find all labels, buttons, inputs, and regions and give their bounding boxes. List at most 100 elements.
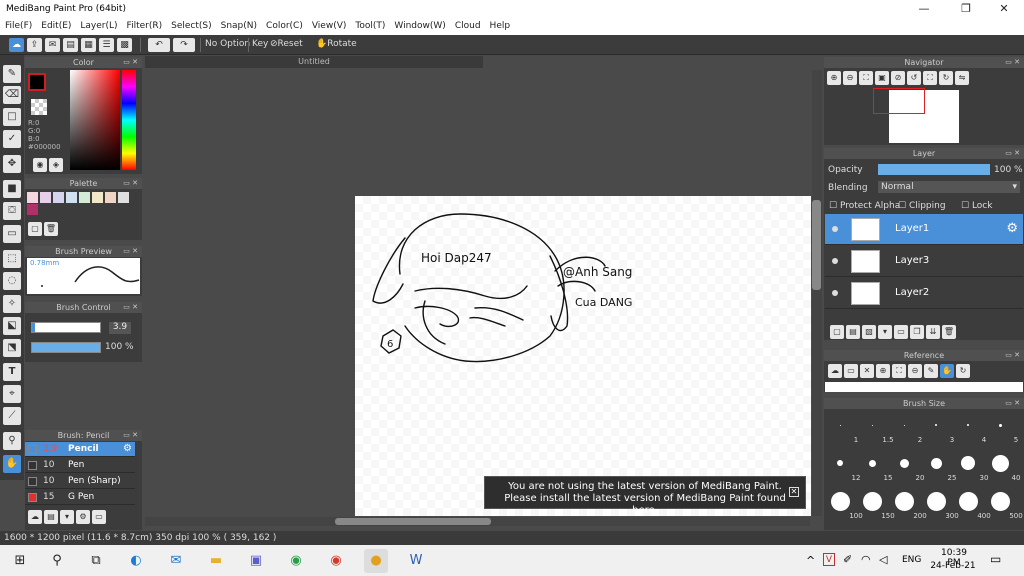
brush-settings-icon[interactable]: ⚙ [76, 510, 90, 524]
volume-icon[interactable]: ◁ [879, 553, 887, 566]
gradient-tool-icon[interactable]: ▭ [3, 225, 21, 243]
new-layer-icon[interactable]: ▢ [830, 325, 844, 339]
magic-wand-tool-icon[interactable]: ✧ [3, 295, 21, 313]
menu-filter[interactable]: Filter(R) [122, 19, 167, 31]
reference-rotate-icon[interactable]: ↻ [956, 364, 970, 378]
hand-tool-icon[interactable]: ✋ [3, 455, 21, 473]
reference-folder-icon[interactable]: ▭ [844, 364, 858, 378]
brush-list-item[interactable]: 3.9 Pencil ⚙ [25, 442, 135, 457]
protect-alpha-checkbox[interactable]: ☐ Protect Alpha [829, 201, 900, 211]
navigator-viewport[interactable] [873, 88, 925, 114]
brush-size-slider[interactable] [31, 322, 101, 333]
lock-checkbox[interactable]: ☐ Lock [961, 201, 992, 211]
rotate-left-icon[interactable]: ↺ [907, 71, 921, 85]
eraser-tool-icon[interactable]: ⌫ [3, 86, 21, 104]
palette-swatch[interactable] [27, 192, 38, 203]
rotate-right-icon[interactable]: ↻ [939, 71, 953, 85]
brush-size-preset[interactable]: 30 [952, 450, 988, 482]
pen-tray-icon[interactable]: ✐ [843, 553, 852, 566]
menu-file[interactable]: File(F) [0, 19, 36, 31]
word-icon[interactable]: W [404, 549, 428, 573]
transparent-color-swatch[interactable] [31, 99, 47, 115]
duplicate-layer-icon[interactable]: ❐ [910, 325, 924, 339]
reference-eyedropper-icon[interactable]: ✎ [924, 364, 938, 378]
brush-size-preset[interactable]: 25 [920, 450, 956, 482]
key-label[interactable]: Key [252, 39, 268, 49]
operation-tool-icon[interactable]: ⌖ [3, 385, 21, 403]
flip-icon[interactable]: ⇋ [955, 71, 969, 85]
reference-cloud-icon[interactable]: ☁ [828, 364, 842, 378]
menu-select[interactable]: Select(S) [166, 19, 216, 31]
palette-swatch[interactable] [105, 192, 116, 203]
panel-close-icon[interactable]: ▭ ✕ [1005, 350, 1020, 361]
copy-layer-icon[interactable]: ▧ [862, 325, 876, 339]
brush-list-item[interactable]: 10 Pen (Sharp) [25, 474, 135, 489]
cloud-brush-icon[interactable]: ☁ [28, 510, 42, 524]
palette-swatch[interactable] [79, 192, 90, 203]
windows-start-icon[interactable]: ⊞ [8, 549, 32, 573]
brush-size-preset[interactable]: 400 [952, 488, 991, 520]
teams-icon[interactable]: ▣ [244, 549, 268, 573]
close-button[interactable]: ✕ [984, 0, 1024, 19]
brush-size-preset[interactable]: 200 [888, 488, 927, 520]
gear-icon[interactable]: ⚙ [123, 443, 132, 454]
palette-icon[interactable]: ◉ [33, 158, 47, 172]
minimize-button[interactable]: — [904, 0, 944, 19]
eyedropper-tool-icon[interactable]: ⚲ [3, 432, 21, 450]
brush-size-preset[interactable]: 2 [888, 412, 922, 444]
bucket-tool-icon[interactable]: ⛋ [3, 202, 21, 220]
brush-list-item[interactable]: 15 G Pen [25, 490, 135, 505]
hue-slider[interactable] [122, 70, 136, 170]
folder-icon[interactable]: ▭ [92, 510, 106, 524]
panel-close-icon[interactable]: ▭ ✕ [1005, 398, 1020, 409]
brush-size-preset[interactable]: 500 [984, 488, 1023, 520]
divide-tool-icon[interactable]: ⟋ [3, 407, 21, 425]
palette-swatch[interactable] [27, 204, 38, 215]
maximize-button[interactable]: ❐ [946, 0, 986, 19]
menu-snap[interactable]: Snap(N) [216, 19, 261, 31]
reference-zoom-out-icon[interactable]: ⊖ [908, 364, 922, 378]
rect-tool-icon[interactable]: □ [3, 108, 21, 126]
select-pen-tool-icon[interactable]: ⬕ [3, 317, 21, 335]
check-tool-icon[interactable]: ✓ [3, 130, 21, 148]
brush-size-preset[interactable]: 1 [824, 412, 858, 444]
menu-edit[interactable]: Edit(E) [36, 19, 75, 31]
layer-opacity-slider[interactable] [878, 164, 990, 175]
actual-size-icon[interactable]: ▣ [875, 71, 889, 85]
palette-swatch[interactable] [40, 192, 51, 203]
panel-close-icon[interactable]: ▭ ✕ [123, 246, 138, 257]
zoom-reset-icon[interactable]: ⊘ [891, 71, 905, 85]
brush-size-preset[interactable]: 12 [824, 450, 860, 482]
brush-size-preset[interactable]: 300 [920, 488, 959, 520]
brush-size-preset[interactable]: 40 [984, 450, 1020, 482]
reference-zoom-in-icon[interactable]: ⊕ [876, 364, 890, 378]
text-tool-icon[interactable]: T [3, 363, 21, 381]
horizontal-scroll-thumb[interactable] [335, 518, 491, 525]
brush-tool-icon[interactable]: ✎ [3, 65, 21, 83]
palette-swatch[interactable] [92, 192, 103, 203]
brush-size-preset[interactable]: 15 [856, 450, 892, 482]
add-brush-icon[interactable]: ▤ [44, 510, 58, 524]
comment-icon[interactable]: ✉ [45, 38, 60, 52]
blending-select[interactable]: Normal ▾ [878, 181, 1020, 193]
reset-button[interactable]: ⊘Reset [270, 39, 303, 49]
palette-swatch[interactable] [118, 192, 129, 203]
reference-fit-icon[interactable]: ⛶ [892, 364, 906, 378]
wifi-icon[interactable]: ◠ [861, 553, 871, 566]
language-indicator[interactable]: ENG [902, 555, 921, 565]
layer-visibility-icon[interactable] [832, 226, 838, 232]
menu-help[interactable]: Help [485, 19, 515, 31]
cloud-icon[interactable]: ☁ [9, 38, 24, 52]
palette-swatch[interactable] [53, 192, 64, 203]
layer-menu-icon[interactable]: ▾ [878, 325, 892, 339]
share-icon[interactable]: ⇪ [27, 38, 42, 52]
brush-size-preset[interactable]: 5 [984, 412, 1018, 444]
saturation-value-picker[interactable] [70, 70, 120, 170]
undo-icon[interactable]: ↶ [148, 38, 170, 52]
palette-swatch[interactable] [66, 192, 77, 203]
layer-row[interactable]: Layer3 [825, 246, 1023, 277]
select-eraser-tool-icon[interactable]: ⬔ [3, 339, 21, 357]
vertical-scroll-thumb[interactable] [812, 200, 821, 290]
brush-size-preset[interactable]: 20 [888, 450, 924, 482]
layer-visibility-icon[interactable] [832, 258, 838, 264]
